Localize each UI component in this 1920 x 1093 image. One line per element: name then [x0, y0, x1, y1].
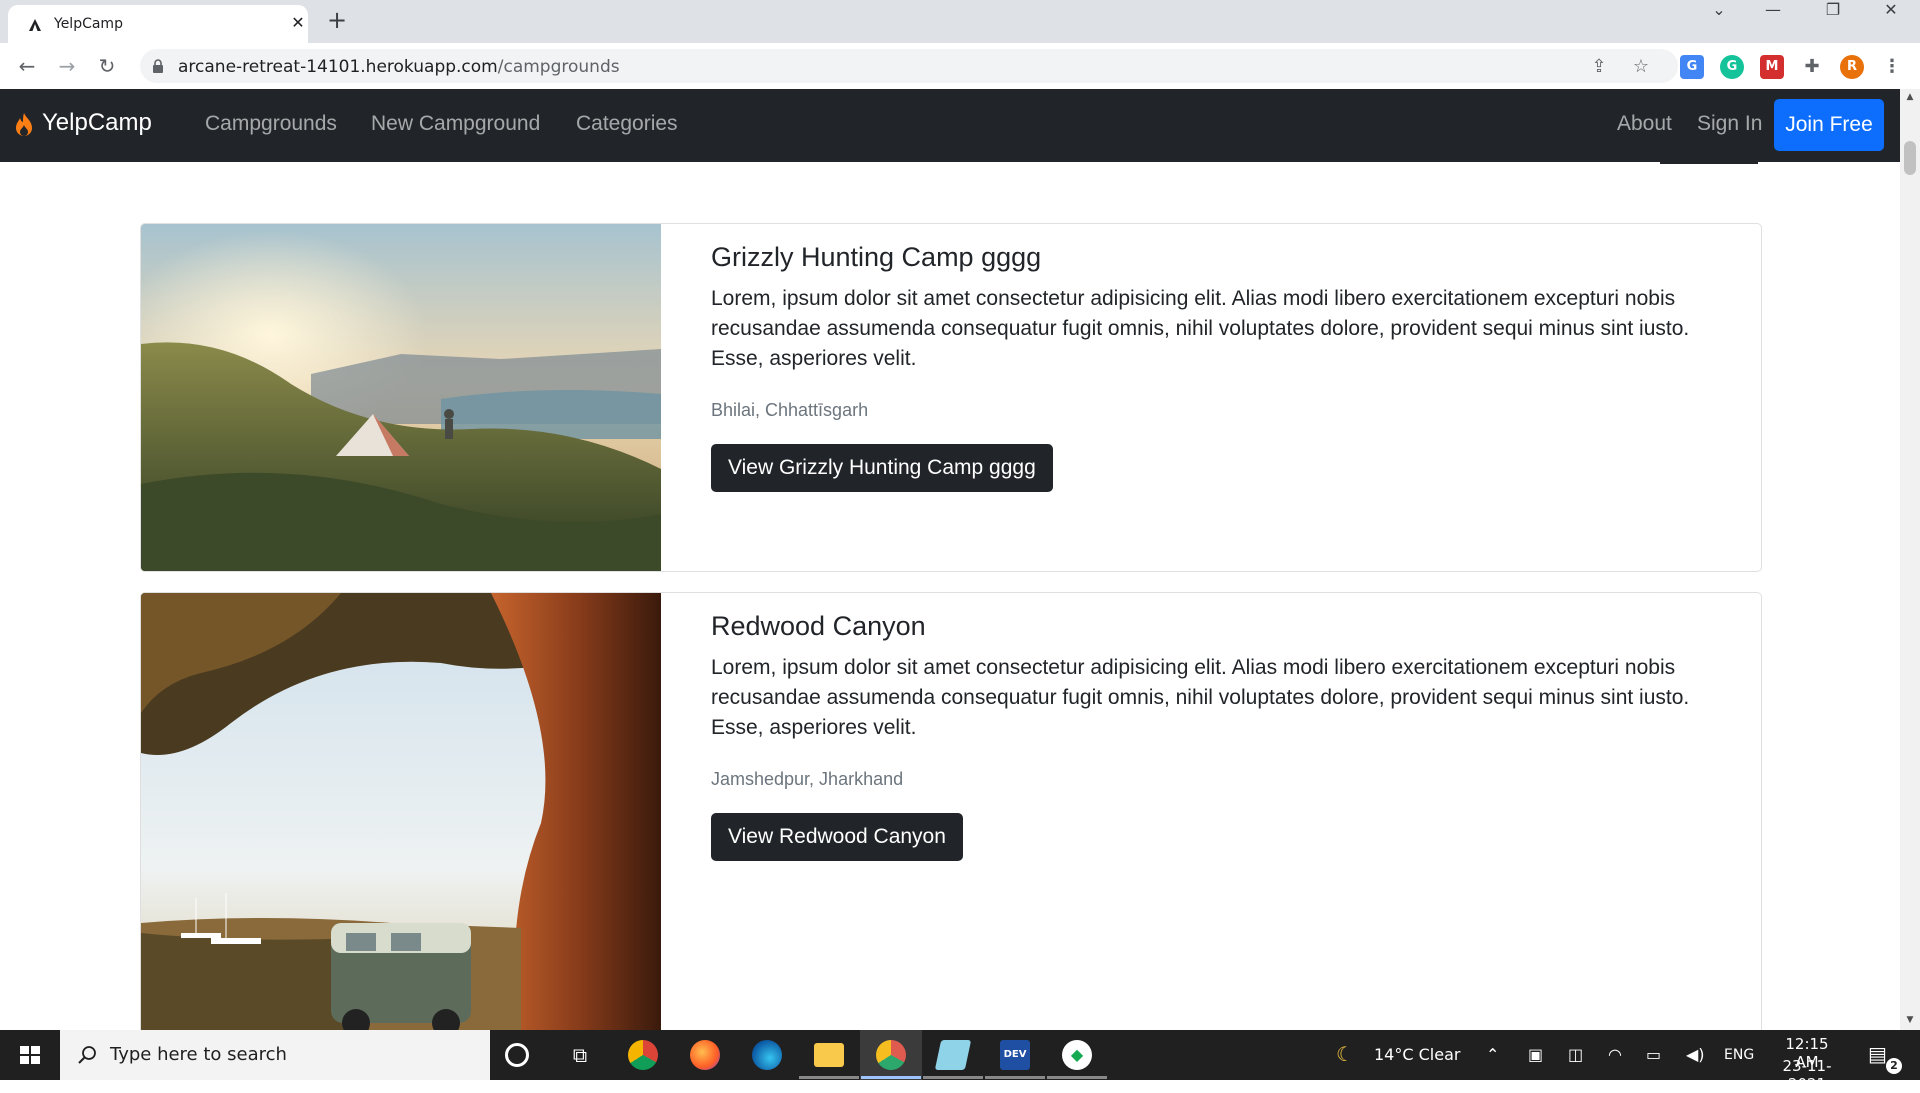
meet-now-icon[interactable]: ▣ [1528, 1045, 1543, 1064]
file-explorer-active-indicator [799, 1076, 859, 1079]
url-text[interactable]: arcane-retreat-14101.herokuapp.com/campg… [178, 57, 620, 77]
campground-location: Jamshedpur, Jharkhand [711, 769, 904, 789]
scroll-up-icon[interactable]: ▲ [1904, 91, 1916, 103]
url-domain: arcane-retreat-14101.herokuapp.com [178, 57, 498, 77]
chrome-menu-icon[interactable]: ⋮ [1880, 55, 1904, 79]
new-tab-button[interactable]: + [323, 6, 351, 34]
brand-logo[interactable]: YelpCamp [42, 109, 152, 137]
grammarly-icon[interactable]: G [1720, 55, 1744, 79]
campground-location: Bhilai, Chhattīsgarh [711, 400, 869, 420]
view-campground-button[interactable]: View Redwood Canyon [711, 813, 963, 861]
site-navbar: YelpCamp Campgrounds New Campground Cate… [0, 89, 1900, 162]
campground-favicon-icon [29, 19, 41, 31]
profile-avatar[interactable]: R [1840, 55, 1864, 79]
notepad-active-indicator [923, 1076, 983, 1079]
display-icon[interactable]: ◫ [1568, 1045, 1583, 1064]
browser-tab-strip: YelpCamp ✕ + ⌄ — ❐ ✕ [0, 0, 1920, 43]
campground-image[interactable] [141, 224, 661, 571]
bookmark-star-icon[interactable]: ☆ [1630, 56, 1652, 78]
tab-title: YelpCamp [54, 16, 123, 32]
campground-description: Lorem, ipsum dolor sit amet consectetur … [711, 656, 1690, 739]
forward-icon[interactable]: → [52, 51, 82, 81]
browser-tab[interactable]: YelpCamp ✕ [8, 5, 308, 43]
navbar-overflow-divider [1660, 162, 1758, 164]
mongodb-icon[interactable]: ◆ [1062, 1040, 1092, 1070]
task-view-icon[interactable]: ⧉ [565, 1040, 595, 1070]
nav-sign-in[interactable]: Sign In [1697, 112, 1762, 136]
join-free-button[interactable]: Join Free [1774, 99, 1884, 151]
battery-icon[interactable]: ▭ [1646, 1045, 1661, 1064]
mendeley-icon[interactable]: M [1760, 55, 1784, 79]
language-indicator[interactable]: ENG [1724, 1047, 1754, 1063]
scroll-down-icon[interactable]: ▼ [1904, 1014, 1916, 1026]
volume-icon[interactable]: ◀) [1686, 1045, 1705, 1064]
moon-weather-icon[interactable]: ☾ [1336, 1042, 1354, 1066]
lock-icon[interactable] [152, 59, 164, 73]
firefox-icon[interactable] [690, 1040, 720, 1070]
windows-taskbar: Type here to search ⧉ DEV ◆ ☾ 14°C Clear… [0, 1030, 1920, 1093]
scroll-thumb[interactable] [1904, 141, 1916, 175]
nav-categories[interactable]: Categories [576, 112, 678, 136]
taskbar-search-box[interactable]: Type here to search [60, 1030, 490, 1080]
fire-icon[interactable] [14, 112, 34, 138]
nav-about[interactable]: About [1617, 112, 1672, 136]
campground-image[interactable] [141, 593, 661, 1053]
address-bar[interactable]: arcane-retreat-14101.herokuapp.com/campg… [140, 49, 1678, 83]
browser-toolbar: ← → ↻ arcane-retreat-14101.herokuapp.com… [0, 43, 1920, 90]
tab-close-icon[interactable]: ✕ [288, 13, 308, 33]
nav-new-campground[interactable]: New Campground [371, 112, 540, 136]
back-icon[interactable]: ← [12, 51, 42, 81]
campground-description: Lorem, ipsum dolor sit amet consectetur … [711, 287, 1690, 370]
search-icon [78, 1046, 96, 1064]
campground-card: Grizzly Hunting Camp gggg Lorem, ipsum d… [140, 223, 1762, 572]
campground-title: Grizzly Hunting Camp gggg [711, 242, 1042, 272]
notification-center-icon[interactable]: ▤ [1868, 1042, 1887, 1066]
google-translate-icon[interactable]: G [1680, 55, 1704, 79]
close-window-button[interactable]: ✕ [1868, 0, 1914, 40]
show-hidden-icons-icon[interactable]: ⌃ [1486, 1045, 1499, 1064]
edge-icon[interactable] [752, 1040, 782, 1070]
cortana-icon[interactable] [505, 1043, 529, 1067]
share-icon[interactable]: ⇪ [1588, 56, 1610, 78]
file-explorer-icon[interactable] [814, 1043, 844, 1067]
dev-c-icon[interactable]: DEV [1000, 1040, 1030, 1070]
campground-title: Redwood Canyon [711, 611, 926, 641]
windows-start-icon[interactable] [0, 1030, 60, 1080]
tab-search-icon[interactable]: ⌄ [1696, 0, 1742, 40]
url-path: /campgrounds [497, 57, 620, 77]
chrome-icon[interactable] [628, 1040, 658, 1070]
nav-campgrounds[interactable]: Campgrounds [205, 112, 337, 136]
search-placeholder: Type here to search [110, 1044, 287, 1065]
page-scrollbar[interactable]: ▲ ▼ [1900, 89, 1920, 1030]
mongodb-active-indicator [1047, 1076, 1107, 1079]
chrome-active-highlight [860, 1030, 922, 1080]
chrome-active-indicator [861, 1076, 921, 1079]
extensions-puzzle-icon[interactable]: ✚ [1800, 55, 1824, 79]
restore-button[interactable]: ❐ [1810, 0, 1856, 40]
dev-c-active-indicator [985, 1076, 1045, 1079]
campground-card: Redwood Canyon Lorem, ipsum dolor sit am… [140, 592, 1762, 1053]
minimize-button[interactable]: — [1750, 0, 1796, 40]
view-campground-button[interactable]: View Grizzly Hunting Camp gggg [711, 444, 1053, 492]
reload-icon[interactable]: ↻ [92, 51, 122, 81]
wifi-icon[interactable]: ◠ [1608, 1045, 1622, 1064]
weather-text[interactable]: 14°C Clear [1374, 1045, 1460, 1064]
clock-date[interactable]: 23-11-2021 [1766, 1057, 1848, 1093]
notification-count-badge: 2 [1886, 1058, 1902, 1074]
notepad-icon[interactable] [934, 1040, 972, 1070]
